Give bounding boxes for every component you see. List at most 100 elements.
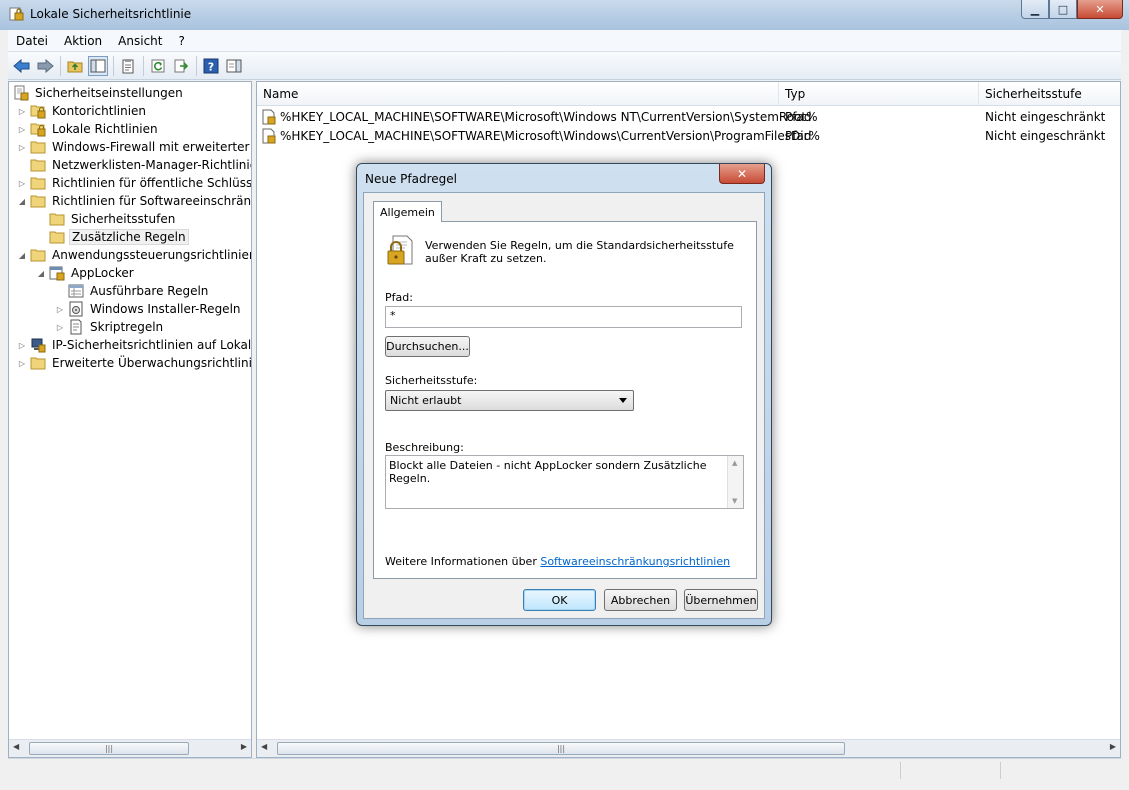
scroll-thumb[interactable]: ||| — [277, 742, 845, 755]
tree-item-label: IP-Sicherheitsrichtlinien auf Lokaler C — [52, 338, 252, 352]
tree-item-ausfuehrbare-regeln[interactable]: Ausführbare Regeln — [55, 282, 210, 300]
list-horizontal-scrollbar[interactable]: ◀ ||| ▶ — [257, 739, 1120, 757]
column-level-label: Sicherheitsstufe — [985, 86, 1082, 101]
column-header-level[interactable]: Sicherheitsstufe — [979, 82, 1120, 105]
scroll-right-icon[interactable]: ▶ — [241, 742, 247, 751]
tree-item-erweiterte-ueberwachung[interactable]: ▷ Erweiterte Überwachungsrichtlinienkc — [17, 354, 251, 372]
scroll-up-icon[interactable]: ▲ — [732, 459, 737, 467]
tree-item-label: Ausführbare Regeln — [90, 284, 209, 298]
expand-arrow-icon[interactable]: ▷ — [17, 124, 27, 134]
collapse-arrow-icon[interactable]: ◢ — [17, 250, 27, 260]
minimize-button[interactable]: ▁ — [1021, 0, 1049, 19]
apply-button[interactable]: Übernehmen — [684, 589, 758, 611]
folder-icon — [49, 213, 65, 226]
tree-item-softwareeinschraenkung[interactable]: ◢ Richtlinien für Softwareeinschränkung — [17, 192, 251, 210]
scroll-right-icon[interactable]: ▶ — [1110, 742, 1116, 751]
menu-ansicht[interactable]: Ansicht — [110, 34, 170, 48]
tree-item-label: AppLocker — [71, 266, 134, 280]
window-title: Lokale Sicherheitsrichtlinie — [30, 7, 192, 21]
properties-icon[interactable] — [118, 56, 138, 76]
expand-arrow-icon[interactable]: ▷ — [17, 340, 27, 350]
tree-item-ip-sicherheit[interactable]: ▷ IP-Sicherheitsrichtlinien auf Lokaler … — [17, 336, 252, 354]
more-info-line: Weitere Informationen über Softwareeinsc… — [385, 555, 730, 568]
show-hide-action-pane-icon[interactable] — [224, 56, 244, 76]
status-segment — [1000, 762, 1101, 779]
back-icon[interactable] — [12, 56, 32, 76]
expand-arrow-icon[interactable]: ▷ — [17, 142, 27, 152]
info-text: Verwenden Sie Regeln, um die Standardsic… — [425, 239, 734, 265]
tab-allgemein[interactable]: Allgemein — [373, 201, 442, 222]
tree-item-kontorichtlinien[interactable]: ▷ Kontorichtlinien — [17, 102, 148, 120]
scroll-left-icon[interactable]: ◀ — [261, 742, 267, 751]
column-header-type[interactable]: Typ — [779, 82, 979, 105]
scroll-down-icon[interactable]: ▼ — [732, 497, 737, 505]
dialog-close-button[interactable]: ✕ — [719, 164, 765, 184]
path-rule-icon — [262, 128, 276, 144]
menu-datei[interactable]: Datei — [8, 34, 56, 48]
list-row[interactable]: %HKEY_LOCAL_MACHINE\SOFTWARE\Microsoft\W… — [257, 127, 1120, 146]
title-bar[interactable]: Lokale Sicherheitsrichtlinie ▁ □ ✕ — [0, 0, 1129, 30]
expand-arrow-icon[interactable]: ▷ — [17, 358, 27, 368]
close-button[interactable]: ✕ — [1077, 0, 1123, 19]
security-level-select[interactable]: Nicht erlaubt — [385, 390, 634, 411]
toolbar: ? — [8, 52, 1121, 80]
expand-arrow-icon[interactable]: ▷ — [55, 322, 65, 332]
ok-button[interactable]: OK — [523, 589, 596, 611]
description-textarea[interactable]: Blockt alle Dateien - nicht AppLocker so… — [385, 455, 744, 509]
export-icon[interactable] — [171, 56, 191, 76]
expand-arrow-icon[interactable]: ▷ — [17, 106, 27, 116]
scroll-left-icon[interactable]: ◀ — [13, 742, 19, 751]
path-input[interactable]: * — [385, 306, 742, 328]
tree-item-windows-firewall[interactable]: ▷ Windows-Firewall mit erweiterter Sich — [17, 138, 251, 156]
rules-icon — [68, 284, 84, 298]
collapse-arrow-icon[interactable]: ◢ — [36, 268, 46, 278]
refresh-icon[interactable] — [148, 56, 168, 76]
help-icon[interactable]: ? — [201, 56, 221, 76]
console-tree[interactable]: Sicherheitseinstellungen ▷ Kontorichtlin… — [8, 81, 252, 758]
software-restriction-link[interactable]: Softwareeinschränkungsrichtlinien — [540, 555, 730, 568]
collapse-arrow-icon[interactable]: ◢ — [17, 196, 27, 206]
tree-horizontal-scrollbar[interactable]: ◀ ||| ▶ — [9, 739, 251, 757]
tree-item-lokale-richtlinien[interactable]: ▷ Lokale Richtlinien — [17, 120, 160, 138]
show-hide-tree-icon[interactable] — [88, 55, 108, 76]
folder-lock-icon — [30, 123, 46, 137]
forward-icon[interactable] — [35, 56, 55, 76]
path-rule-icon — [262, 109, 276, 125]
script-icon — [70, 319, 82, 335]
expand-arrow-icon[interactable]: ▷ — [55, 304, 65, 314]
installer-icon — [69, 301, 83, 317]
column-header-name[interactable]: Name ^ — [257, 82, 779, 105]
maximize-button[interactable]: □ — [1049, 0, 1077, 19]
tree-item-skriptregeln[interactable]: ▷ Skriptregeln — [55, 318, 165, 336]
browse-button[interactable]: Durchsuchen... — [385, 336, 470, 357]
tree-item-label: Skriptregeln — [90, 320, 164, 334]
expand-arrow-icon[interactable]: ▷ — [17, 178, 27, 188]
tree-item-anwendungssteuerung[interactable]: ◢ Anwendungssteuerungsrichtlinien — [17, 246, 251, 264]
menu-aktion[interactable]: Aktion — [56, 34, 110, 48]
folder-icon — [30, 177, 46, 190]
up-folder-icon[interactable] — [65, 56, 85, 76]
description-scrollbar[interactable]: ▲ ▼ — [727, 456, 743, 508]
security-level-value: Nicht erlaubt — [390, 394, 462, 407]
tree-item-windows-installer-regeln[interactable]: ▷ Windows Installer-Regeln — [55, 300, 243, 318]
tree-item-sicherheitseinstellungen[interactable]: Sicherheitseinstellungen — [13, 84, 185, 102]
tree-item-netzwerklisten[interactable]: Netzwerklisten-Manager-Richtlinien — [17, 156, 251, 174]
row-name: %HKEY_LOCAL_MACHINE\SOFTWARE\Microsoft\W… — [280, 110, 818, 124]
svg-text:?: ? — [208, 60, 214, 73]
tree-item-sicherheitsstufen[interactable]: Sicherheitsstufen — [36, 210, 177, 228]
path-label: Pfad: — [385, 291, 413, 304]
expand-arrow-icon — [55, 286, 65, 296]
expand-arrow-icon — [36, 232, 46, 242]
row-level: Nicht eingeschränkt — [985, 110, 1106, 124]
tree-item-applocker[interactable]: ◢ AppLocker — [36, 264, 136, 282]
scroll-thumb[interactable]: ||| — [29, 742, 189, 755]
expand-arrow-icon — [17, 160, 27, 170]
folder-icon — [30, 357, 46, 370]
list-row[interactable]: %HKEY_LOCAL_MACHINE\SOFTWARE\Microsoft\W… — [257, 108, 1120, 127]
menu-help[interactable]: ? — [170, 34, 192, 48]
cancel-button[interactable]: Abbrechen — [604, 589, 677, 611]
column-type-label: Typ — [785, 86, 806, 101]
tree-item-zusaetzliche-regeln[interactable]: Zusätzliche Regeln — [36, 228, 189, 246]
more-info-prefix: Weitere Informationen über — [385, 555, 541, 568]
tree-item-oeffentliche-schluessel[interactable]: ▷ Richtlinien für öffentliche Schlüssel — [17, 174, 251, 192]
